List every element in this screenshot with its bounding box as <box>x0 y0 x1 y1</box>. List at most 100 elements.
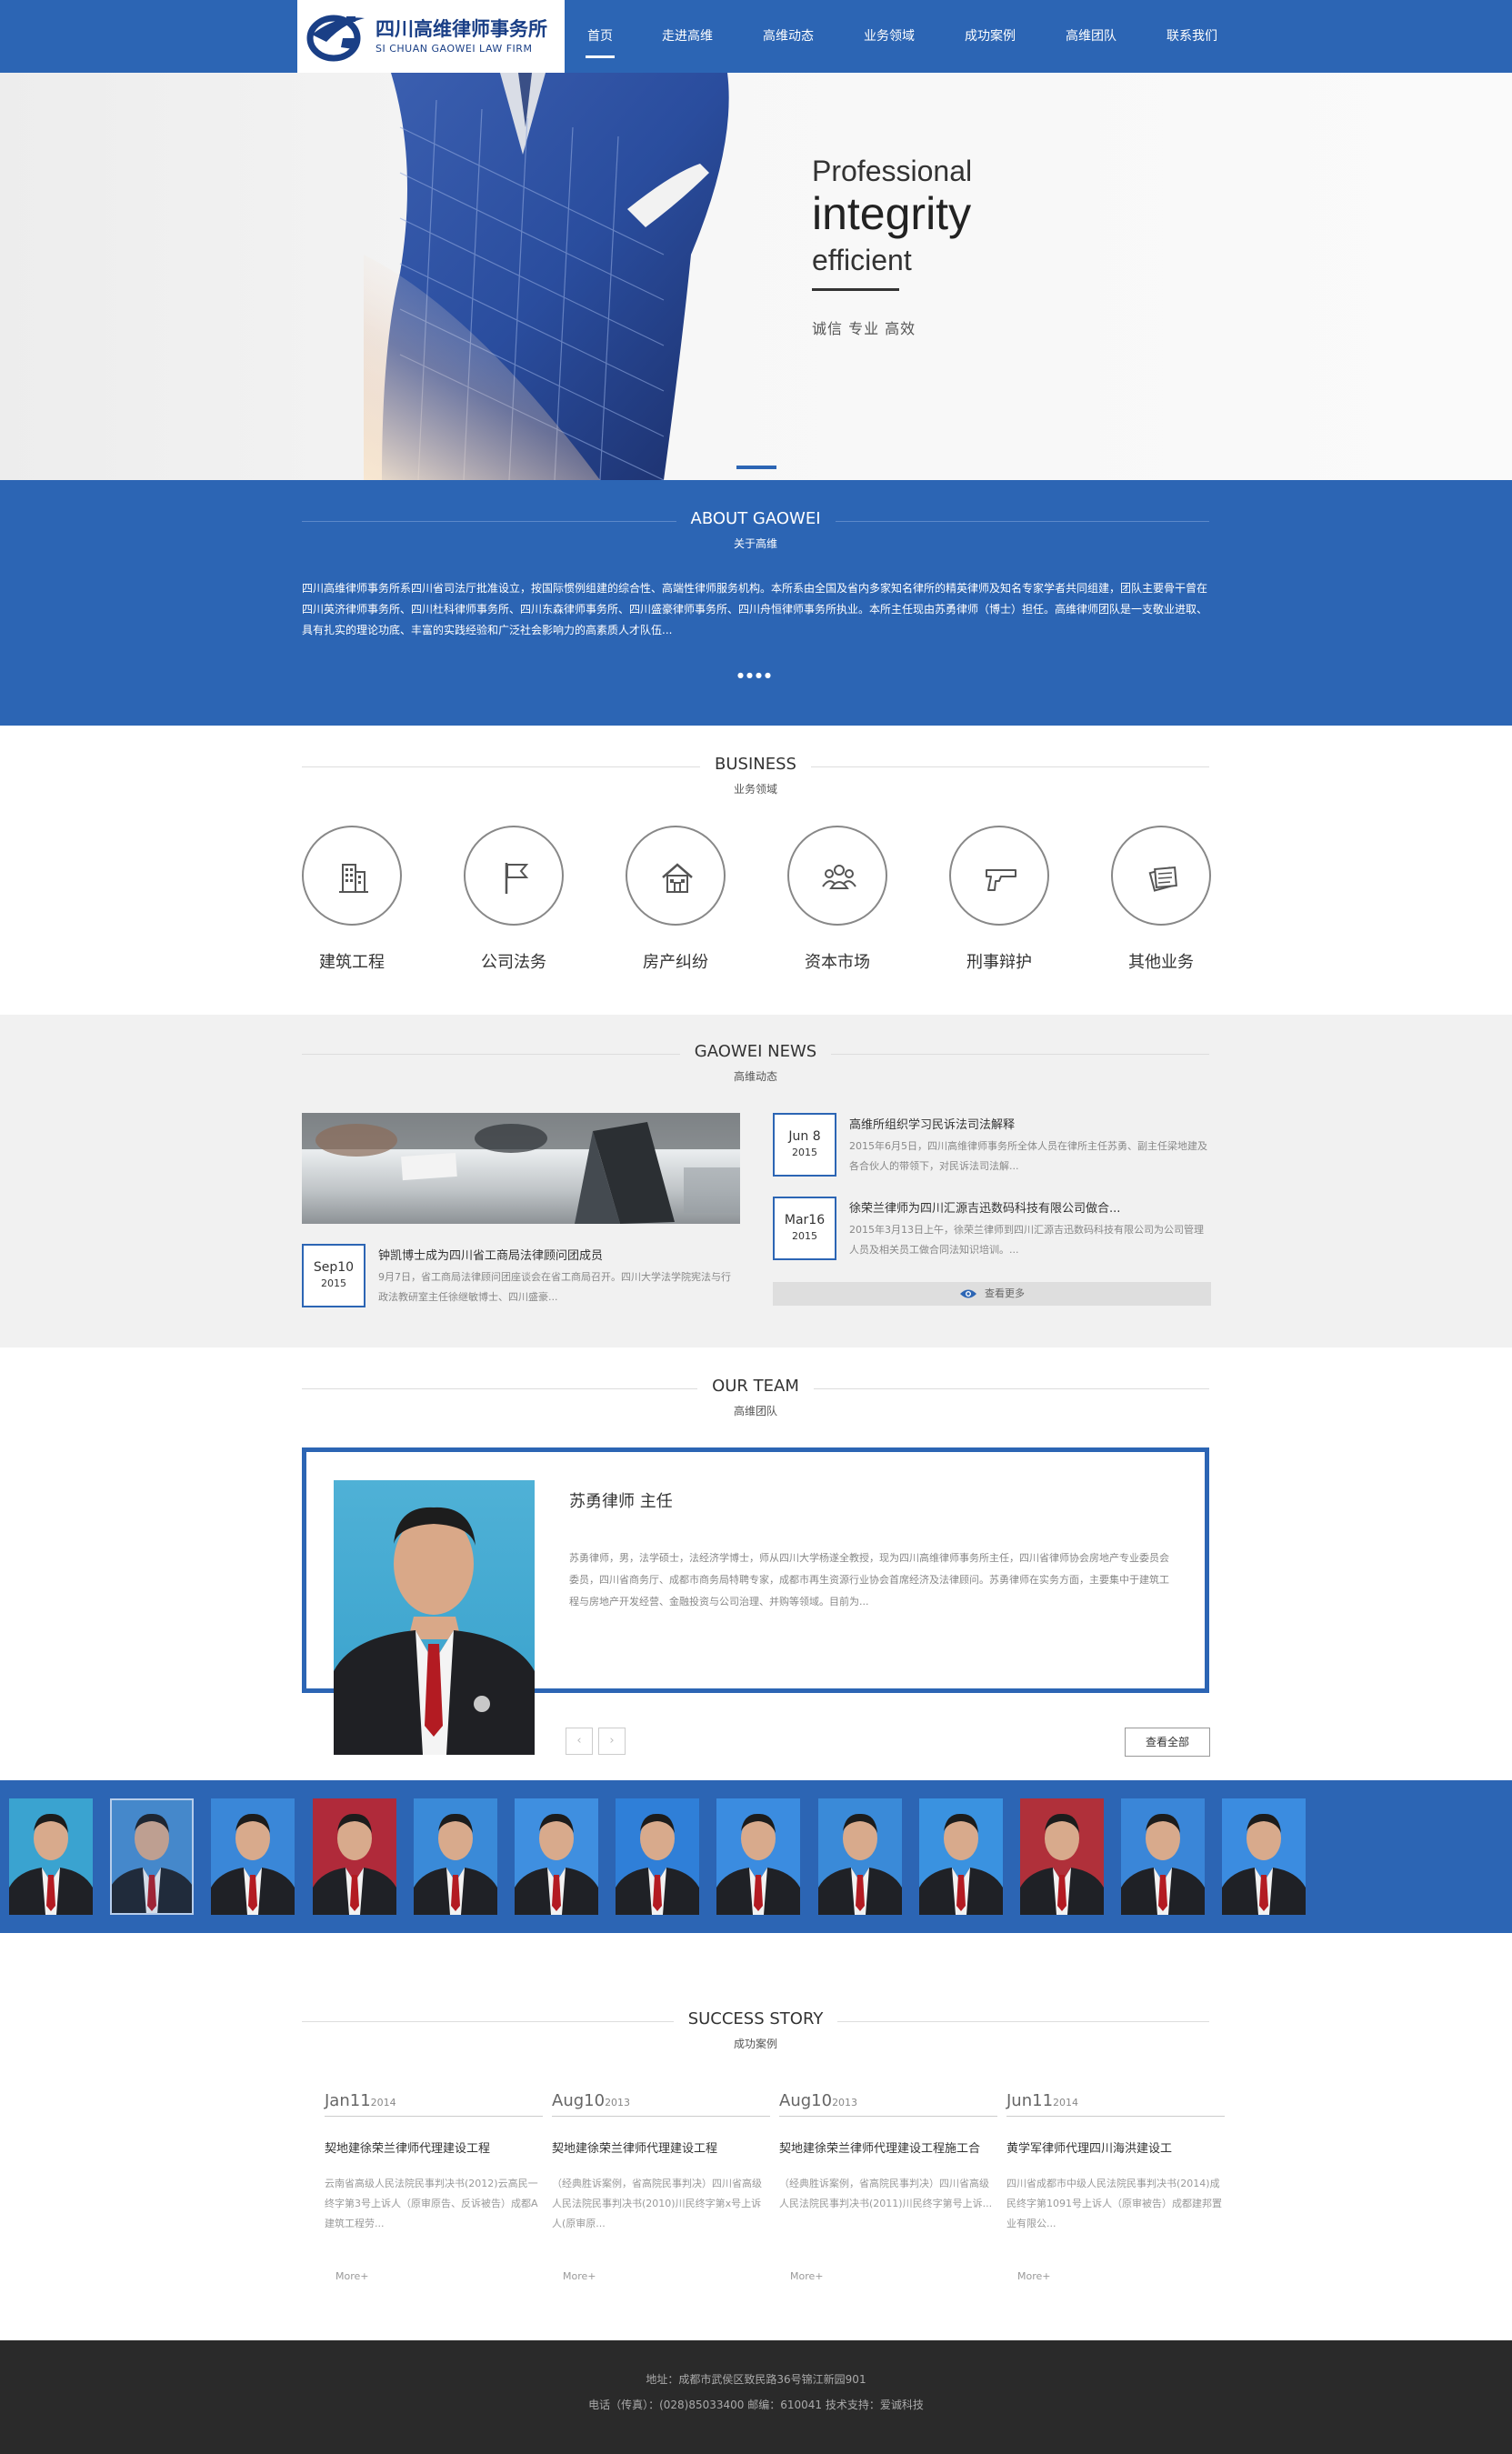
team-thumbnail[interactable] <box>211 1798 295 1915</box>
business-item-capital[interactable]: 资本市场 <box>787 826 887 973</box>
business-title-en: BUSINESS <box>700 755 811 774</box>
nav-news[interactable]: 高维动态 <box>743 0 834 73</box>
team-thumbnail[interactable] <box>515 1798 598 1915</box>
chevron-right-icon: › <box>609 1734 615 1748</box>
team-thumbnail[interactable] <box>1222 1798 1307 1915</box>
nav-business[interactable]: 业务领域 <box>844 0 935 73</box>
business-title-cn: 业务领域 <box>733 783 777 796</box>
news-main-date: Sep10 2015 <box>302 1244 365 1307</box>
nav-team[interactable]: 高维团队 <box>1046 0 1137 73</box>
news-item-title[interactable]: 徐荣兰律师为四川汇源吉迅数码科技有限公司做合... <box>849 1198 1120 1216</box>
business-item-corporate[interactable]: 公司法务 <box>464 826 564 973</box>
business-label: 其他业务 <box>1128 953 1194 972</box>
success-heading: SUCCESS STORY 成功案例 <box>302 2009 1209 2051</box>
team-thumbnail[interactable] <box>817 1798 902 1915</box>
case-item[interactable]: Jun112014 黄学军律师代理四川海洪建设工 四川省成都市中级人民法院民事判… <box>1006 2091 1225 2282</box>
business-heading: BUSINESS 业务领域 <box>302 755 1209 796</box>
business-label: 刑事辩护 <box>966 953 1032 972</box>
case-more-link[interactable]: More+ <box>790 2270 997 2282</box>
about-title-en: ABOUT GAOWEI <box>676 509 836 528</box>
business-item-property[interactable]: 房产纠纷 <box>626 826 726 973</box>
team-thumbnail[interactable] <box>616 1798 700 1915</box>
success-section: SUCCESS STORY 成功案例 Jan112014 契地建徐荣兰律师代理建… <box>0 1933 1512 2340</box>
banner-divider <box>812 288 899 291</box>
nav-cases[interactable]: 成功案例 <box>945 0 1036 73</box>
news-more-label: 查看更多 <box>985 1287 1025 1299</box>
business-item-other[interactable]: 其他业务 <box>1111 826 1211 973</box>
people-icon <box>822 865 856 889</box>
case-desc: 四川省成都市中级人民法院民事判决书(2014)成民终字第1091号上诉人（原审被… <box>1006 2178 1222 2229</box>
logo-text-cn: 四川高维律师事务所 <box>375 18 547 40</box>
case-title[interactable]: 契地建徐荣兰律师代理建设工程 <box>325 2138 543 2156</box>
portrait-thumbnail-image <box>110 1813 195 1915</box>
nav-about[interactable]: 走进高维 <box>642 0 733 73</box>
news-section: GAOWEI NEWS 高维动态 Sep10 2015 钟凯博士成为四川省工商局… <box>0 1015 1512 1347</box>
portrait-thumbnail-image <box>1121 1813 1206 1915</box>
news-date-year: 2015 <box>321 1277 346 1289</box>
logo[interactable]: 四川高维律师事务所 SI CHUAN GAOWEI LAW FIRM <box>297 0 565 73</box>
team-thumbnail[interactable] <box>918 1798 1003 1915</box>
meeting-photo-image <box>302 1113 740 1224</box>
about-section: ABOUT GAOWEI 关于高维 四川高维律师事务所系四川省司法厅批准设立，按… <box>0 480 1512 726</box>
case-date: Aug102013 <box>779 2091 997 2117</box>
team-next-button[interactable]: › <box>598 1728 626 1755</box>
case-item[interactable]: Aug102013 契地建徐荣兰律师代理建设工程 （经典胜诉案例，省高院民事判决… <box>552 2091 770 2282</box>
team-thumbnail[interactable] <box>1121 1798 1206 1915</box>
news-heading: GAOWEI NEWS 高维动态 <box>302 1042 1209 1084</box>
case-date-year: 2013 <box>605 2097 631 2108</box>
portrait-thumbnail-image <box>1222 1813 1307 1915</box>
team-thumbnail[interactable] <box>413 1798 497 1915</box>
news-date-day: Mar16 <box>784 1213 826 1227</box>
case-item[interactable]: Jan112014 契地建徐荣兰律师代理建设工程 云南省高级人民法院民事判决书(… <box>325 2091 543 2282</box>
case-item[interactable]: Aug102013 契地建徐荣兰律师代理建设工程施工合 （经典胜诉案例，省高院民… <box>779 2091 997 2282</box>
businessman-building-image <box>364 73 729 480</box>
gun-icon <box>986 869 1016 891</box>
team-thumbnail[interactable] <box>312 1798 396 1915</box>
team-member-photo[interactable] <box>334 1480 535 1755</box>
team-prev-button[interactable]: ‹ <box>566 1728 593 1755</box>
nav-home[interactable]: 首页 <box>555 0 646 73</box>
case-title[interactable]: 契地建徐荣兰律师代理建设工程 <box>552 2138 770 2156</box>
news-item-title[interactable]: 高维所组织学习民诉法司法解释 <box>849 1115 1015 1132</box>
business-item-construction[interactable]: 建筑工程 <box>302 826 402 973</box>
news-photo-meeting[interactable] <box>302 1113 740 1224</box>
team-thumbnail[interactable] <box>716 1798 801 1915</box>
case-date-day: Aug10 <box>552 2091 606 2110</box>
success-title-en: SUCCESS STORY <box>673 2009 838 2028</box>
business-item-criminal[interactable]: 刑事辩护 <box>949 826 1049 973</box>
team-view-all-button[interactable]: 查看全部 <box>1125 1728 1210 1757</box>
news-more-button[interactable]: 查看更多 <box>773 1282 1211 1306</box>
team-thumbnail[interactable] <box>9 1798 93 1915</box>
banner-line-efficient: efficient <box>812 244 912 276</box>
news-item-desc: 2015年6月5日，四川高维律师事务所全体人员在律所主任苏勇、副主任梁地建及各合… <box>849 1140 1207 1172</box>
business-label: 公司法务 <box>481 953 546 972</box>
case-title[interactable]: 契地建徐荣兰律师代理建设工程施工合 <box>779 2138 997 2156</box>
building-icon <box>339 864 368 893</box>
slider-indicator[interactable] <box>736 466 776 469</box>
business-label: 建筑工程 <box>319 953 385 972</box>
flag-icon <box>505 863 529 894</box>
about-more-dots[interactable]: ●●●● <box>737 671 774 679</box>
about-heading: ABOUT GAOWEI 关于高维 <box>302 509 1209 551</box>
portrait-thumbnail-image <box>918 1813 1003 1915</box>
team-title-cn: 高维团队 <box>733 1405 777 1417</box>
case-more-link[interactable]: More+ <box>563 2270 770 2282</box>
team-thumbnail[interactable] <box>110 1798 195 1915</box>
case-date: Jun112014 <box>1006 2091 1225 2117</box>
nav-contact[interactable]: 联系我们 <box>1147 0 1237 73</box>
footer-address: 地址：成都市武侯区致民路36号锦江新园901 <box>646 2373 866 2386</box>
portrait-thumbnail-image <box>312 1813 396 1915</box>
logo-mark-icon <box>306 15 365 62</box>
team-thumbnail[interactable] <box>1020 1798 1104 1915</box>
portrait-thumbnail-image <box>9 1813 93 1915</box>
case-title[interactable]: 黄学军律师代理四川海洪建设工 <box>1006 2138 1225 2156</box>
case-more-link[interactable]: More+ <box>1017 2270 1225 2282</box>
news-main-title[interactable]: 钟凯博士成为四川省工商局法律顾问团成员 <box>378 1246 603 1263</box>
case-more-link[interactable]: More+ <box>335 2270 543 2282</box>
case-date-day: Aug10 <box>779 2091 833 2110</box>
case-date-year: 2013 <box>832 2097 858 2108</box>
team-section: OUR TEAM 高维团队 苏勇律师 主任 苏勇律师，男，法学硕士，法经济学博士… <box>0 1347 1512 1780</box>
about-title-cn: 关于高维 <box>733 537 777 550</box>
news-item-date: Jun 8 2015 <box>773 1113 836 1177</box>
case-date-year: 2014 <box>370 2097 396 2108</box>
